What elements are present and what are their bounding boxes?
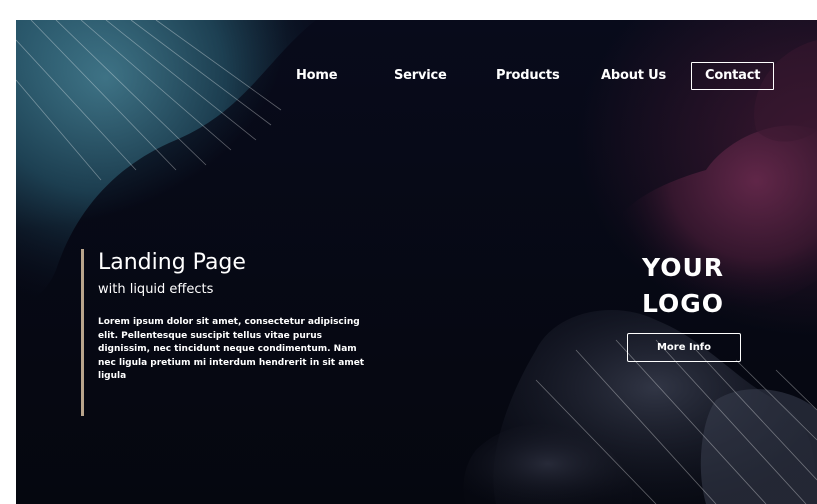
landing-page-frame: Home Service Products About Us Contact L… bbox=[16, 20, 817, 504]
hero-title: Landing Page bbox=[98, 250, 246, 275]
nav-contact-button[interactable]: Contact bbox=[691, 62, 775, 90]
hero-accent-bar bbox=[81, 249, 84, 416]
logo-line-1: YOUR bbox=[641, 253, 724, 282]
more-info-button[interactable]: More Info bbox=[627, 333, 741, 362]
nav-home-link[interactable]: Home bbox=[296, 68, 338, 83]
hero-subtitle: with liquid effects bbox=[98, 282, 214, 297]
grey-liquid-blob-small bbox=[700, 389, 817, 504]
top-navigation: Home Service Products About Us Contact bbox=[16, 62, 817, 94]
nav-products-link[interactable]: Products bbox=[496, 68, 560, 83]
nav-service-link[interactable]: Service bbox=[394, 68, 447, 83]
logo-line-2: LOGO bbox=[641, 289, 725, 318]
nav-about-us-link[interactable]: About Us bbox=[601, 68, 666, 83]
logo-placeholder: YOUR LOGO bbox=[628, 250, 738, 322]
hero-body-text: Lorem ipsum dolor sit amet, consectetur … bbox=[98, 317, 365, 381]
